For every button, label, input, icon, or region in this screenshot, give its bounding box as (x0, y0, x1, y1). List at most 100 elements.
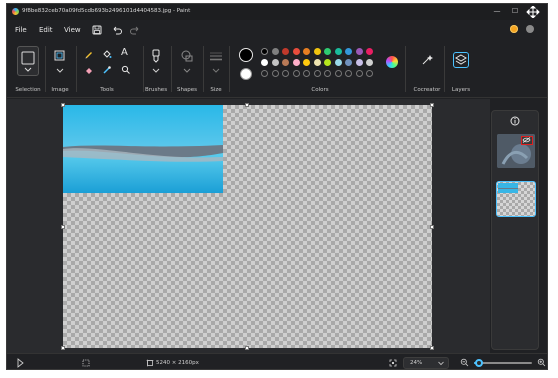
secondary-color-swatch[interactable] (240, 68, 252, 80)
pointer-icon (17, 358, 25, 368)
palette-swatch-row2-2[interactable] (271, 59, 279, 66)
palette-swatch-row1-1[interactable] (261, 48, 268, 55)
text-tool-icon[interactable]: A (121, 47, 131, 59)
size-chevron-down-icon[interactable] (212, 68, 220, 74)
ribbon-divider (229, 46, 230, 92)
resize-handle-top[interactable] (245, 103, 249, 107)
undo-icon[interactable] (111, 24, 123, 36)
zoom-dropdown[interactable]: 24% (403, 357, 449, 369)
ribbon-divider (203, 46, 204, 92)
palette-empty-slot-7[interactable] (324, 70, 331, 77)
shapes-icon[interactable] (180, 49, 194, 63)
minimize-button[interactable]: — (489, 6, 505, 16)
paint-window: 9f8be832ceb70a09fd5cdb693b2496101d440458… (6, 3, 548, 370)
palette-swatch-row1-11[interactable] (366, 48, 373, 55)
lake-photo-layer[interactable] (63, 105, 223, 193)
fill-bucket-icon[interactable] (102, 49, 112, 59)
palette-swatch-row1-6[interactable] (313, 48, 321, 55)
zoom-in-icon[interactable] (537, 358, 546, 367)
menu-file[interactable]: File (15, 26, 27, 34)
palette-swatch-row1-4[interactable] (292, 48, 300, 55)
palette-swatch-row2-4[interactable] (292, 59, 300, 66)
menu-view[interactable]: View (64, 26, 81, 34)
image-crop-icon[interactable] (53, 48, 67, 62)
ribbon-divider (171, 46, 172, 92)
magnifier-icon[interactable] (121, 65, 131, 75)
account-avatar[interactable] (526, 25, 534, 33)
layers-toggle-button[interactable] (453, 52, 469, 68)
size-group-label: Size (210, 87, 222, 93)
resize-handle-left[interactable] (61, 225, 65, 229)
palette-swatch-row1-3[interactable] (282, 48, 289, 55)
zoom-slider[interactable] (474, 359, 532, 367)
colors-group-label: Colors (311, 87, 329, 93)
palette-swatch-row2-11[interactable] (366, 59, 373, 66)
palette-empty-slot-3[interactable] (282, 70, 289, 77)
selection-size-icon (82, 359, 90, 367)
ribbon-divider (444, 46, 445, 92)
size-lines-icon[interactable] (209, 51, 223, 61)
resize-handle-top-right[interactable] (430, 103, 434, 107)
palette-empty-slot-1[interactable] (261, 70, 268, 77)
fit-to-window-icon[interactable] (389, 359, 397, 367)
zoom-slider-thumb[interactable] (474, 359, 483, 367)
resize-handle-bottom-left[interactable] (61, 346, 65, 350)
brush-icon[interactable] (150, 49, 162, 63)
palette-empty-slot-8[interactable] (334, 70, 342, 77)
image-chevron-down-icon[interactable] (56, 68, 64, 74)
palette-empty-slot-9[interactable] (345, 70, 352, 77)
ribbon-divider (405, 46, 406, 92)
hide-layer-icon[interactable] (521, 136, 533, 145)
palette-empty-slot-2[interactable] (271, 70, 279, 77)
resize-handle-right[interactable] (430, 225, 434, 229)
custom-color-icon[interactable] (386, 56, 398, 68)
copilot-badge-icon[interactable] (510, 25, 518, 33)
palette-swatch-row2-10[interactable] (355, 59, 363, 66)
palette-empty-slot-4[interactable] (292, 70, 300, 77)
selection-group-label: Selection (15, 87, 41, 93)
selection-tool-button[interactable] (17, 46, 39, 76)
zoom-level: 24% (410, 360, 423, 366)
palette-swatch-row1-5[interactable] (303, 48, 310, 55)
palette-empty-slot-6[interactable] (313, 70, 321, 77)
brushes-chevron-down-icon[interactable] (152, 68, 160, 74)
drawing-canvas[interactable] (63, 105, 432, 348)
palette-swatch-row2-5[interactable] (303, 59, 310, 66)
save-icon[interactable] (91, 24, 103, 36)
palette-swatch-row1-7[interactable] (324, 48, 331, 55)
status-bar: 5240 × 2160px 24% (7, 353, 547, 369)
primary-color-swatch[interactable] (239, 48, 253, 62)
maximize-button[interactable]: ☐ (507, 6, 523, 16)
palette-swatch-row1-10[interactable] (355, 48, 363, 55)
palette-empty-slot-11[interactable] (366, 70, 373, 77)
palette-swatch-row2-8[interactable] (334, 59, 342, 66)
cocreator-icon[interactable] (420, 54, 434, 68)
redo-icon[interactable] (129, 24, 141, 36)
palette-empty-slot-5[interactable] (303, 70, 310, 77)
title-bar: 9f8be832ceb70a09fd5cdb693b2496101d440458… (7, 4, 547, 20)
palette-swatch-row1-8[interactable] (334, 48, 342, 55)
info-icon[interactable] (510, 116, 520, 126)
palette-swatch-row2-1[interactable] (261, 59, 268, 66)
canvas-workspace[interactable] (7, 99, 490, 353)
resize-handle-bottom-right[interactable] (430, 346, 434, 350)
palette-swatch-row2-9[interactable] (345, 59, 352, 66)
palette-swatch-row2-6[interactable] (313, 59, 321, 66)
palette-swatch-row1-2[interactable] (271, 48, 279, 55)
zoom-out-icon[interactable] (460, 358, 469, 367)
color-picker-icon[interactable] (102, 65, 112, 75)
eraser-icon[interactable] (84, 65, 94, 75)
resize-handle-bottom[interactable] (245, 346, 249, 350)
layer-thumbnail-2-selected[interactable] (496, 181, 536, 217)
menu-edit[interactable]: Edit (39, 26, 53, 34)
palette-empty-slot-10[interactable] (355, 70, 363, 77)
cocreator-group-label: Cocreator (413, 87, 441, 93)
palette-swatch-row1-9[interactable] (345, 48, 352, 55)
zoom-chevron-down-icon (438, 361, 444, 366)
palette-swatch-row2-7[interactable] (324, 59, 331, 66)
pencil-icon[interactable] (84, 49, 94, 59)
resize-handle-top-left[interactable] (61, 103, 65, 107)
palette-swatch-row2-3[interactable] (282, 59, 289, 66)
paint-app-icon (12, 8, 19, 15)
shapes-chevron-down-icon[interactable] (183, 68, 191, 74)
